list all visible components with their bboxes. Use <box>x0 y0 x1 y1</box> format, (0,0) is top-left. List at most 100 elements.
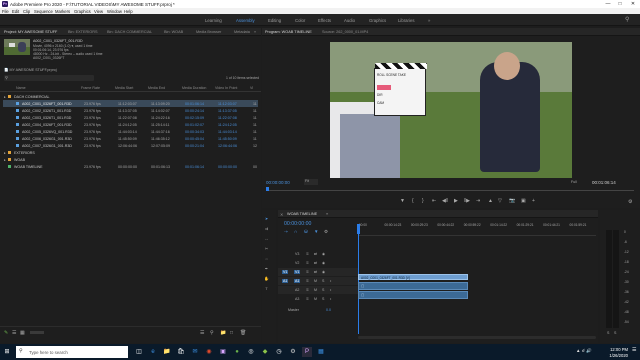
automate-to-sequence-icon[interactable]: ☰ <box>200 330 204 336</box>
menu-edit[interactable]: Edit <box>12 9 19 14</box>
pencil-icon[interactable]: ✎ <box>4 330 8 336</box>
lock-icon[interactable]: ⚿ <box>306 297 309 301</box>
sequence-row[interactable]: WOAB TIMELINE 23.976 fps 00:00:00:00 00:01:… <box>3 163 258 170</box>
type-tool-icon[interactable]: T <box>264 286 269 291</box>
clip-row[interactable]: A002_C002_0326T1_001.R3D 23.976 fps 11:13:… <box>3 107 258 114</box>
clip-row[interactable]: A002_C003_0326T1_001.R3D 23.976 fps 11:22:… <box>3 114 258 121</box>
step-forward-icon[interactable]: ‖▶ <box>464 198 470 204</box>
playback-resolution-dropdown[interactable]: Full <box>571 180 577 184</box>
clip-row[interactable]: A002_C006_0326G1_001.R3D 23.976 fps 11:45:… <box>3 135 258 142</box>
search-icon[interactable]: ⚲ <box>210 330 214 336</box>
app-icon-blue[interactable]: ▦ <box>316 347 326 357</box>
lock-icon[interactable]: ⚿ <box>306 261 309 265</box>
source-patch-a1[interactable]: A1 <box>282 279 289 283</box>
tabs-overflow-icon[interactable]: » <box>254 30 256 34</box>
lock-icon[interactable]: ⚿ <box>306 279 309 283</box>
workspace-editing[interactable]: Editing <box>268 18 281 23</box>
source-patch-v1[interactable]: V1 <box>282 270 289 274</box>
project-search-input[interactable]: ⚲ <box>4 75 94 81</box>
mute-icon[interactable]: M <box>314 297 317 301</box>
expand-chevron-icon[interactable]: ▸ <box>4 95 6 99</box>
selection-tool-icon[interactable]: ➤ <box>264 216 269 221</box>
icon-view-icon[interactable]: ▦ <box>20 330 25 336</box>
slip-tool-icon[interactable]: ⇔ <box>264 256 269 261</box>
tab-source[interactable]: Source: 262_0000_01.MP4 <box>322 30 368 34</box>
lock-icon[interactable]: ⚿ <box>306 252 309 256</box>
fit-dropdown[interactable]: Fit <box>304 179 318 185</box>
menu-view[interactable]: View <box>94 9 103 14</box>
comparison-view-icon[interactable]: ▣ <box>521 198 526 204</box>
eye-icon[interactable]: ◉ <box>322 261 325 265</box>
track-select-tool-icon[interactable]: ⇉ <box>264 226 269 231</box>
workspace-libraries[interactable]: Libraries <box>398 18 414 23</box>
go-to-out-icon[interactable]: ⇥ <box>476 198 480 204</box>
tab-media-browser[interactable]: Media Browser <box>196 30 221 34</box>
bin-row[interactable]: ▸ EXTERIORS <box>3 149 258 156</box>
settings-wrench-icon[interactable]: ⚙ <box>628 199 632 205</box>
wrench-icon[interactable]: ⚙ <box>324 229 328 235</box>
column-media-end[interactable]: Media End <box>148 86 165 90</box>
menu-clip[interactable]: Clip <box>23 9 30 14</box>
app-icon-lime[interactable]: ◆ <box>260 347 270 357</box>
mute-icon[interactable]: M <box>314 279 317 283</box>
task-view-icon[interactable]: ◫ <box>134 347 144 357</box>
app-icon-gear[interactable]: ⚙ <box>288 347 298 357</box>
tab-bin-exteriors[interactable]: Bin: EXTERIORS <box>68 30 98 34</box>
minimize-icon[interactable]: — <box>602 0 614 8</box>
tab-program[interactable]: Program: WOAB TIMELINE <box>265 30 312 34</box>
app-icon-white[interactable]: ◎ <box>246 347 256 357</box>
snap-icon[interactable]: ∩ <box>294 229 297 234</box>
column-video-in-point[interactable]: Video In Point <box>215 86 237 90</box>
sync-lock-icon[interactable]: ⇄ <box>314 261 317 265</box>
expand-chevron-icon[interactable]: ▸ <box>4 151 6 155</box>
premiere-active-icon[interactable]: P <box>302 347 312 357</box>
edge-browser-icon[interactable]: e <box>148 347 158 357</box>
column-frame-rate[interactable]: Frame Rate <box>81 86 100 90</box>
mic-icon[interactable]: • <box>330 288 331 292</box>
program-playhead[interactable] <box>266 187 269 191</box>
track-label-a1[interactable]: A1 <box>294 279 301 283</box>
timeline-horizontal-scrollbar[interactable] <box>358 336 596 339</box>
linked-selection-icon[interactable]: ⛁ <box>304 229 308 235</box>
solo-right-button[interactable]: S <box>614 331 616 335</box>
time-ruler[interactable]: :00:00 00:00:14:23 00:00:29:23 00:00:44:22 0… <box>358 220 596 236</box>
menu-help[interactable]: Help <box>124 9 133 14</box>
tab-metadata[interactable]: Metadata <box>234 30 250 34</box>
system-tray-icons[interactable]: ▲ ☌ 🔊 <box>576 348 592 354</box>
sync-lock-icon[interactable]: ⇄ <box>314 270 317 274</box>
solo-icon[interactable]: S <box>322 279 324 283</box>
track-label-a2[interactable]: A2 <box>294 288 300 292</box>
program-timecode[interactable]: 00:00:00:00 <box>266 180 290 185</box>
column-name[interactable]: Name <box>16 86 26 90</box>
nest-icon[interactable]: ⇢ <box>284 229 288 235</box>
mic-icon[interactable]: • <box>330 297 331 301</box>
sync-lock-icon[interactable]: ⇄ <box>314 252 317 256</box>
program-scrubber[interactable] <box>266 190 634 191</box>
timeline-timecode[interactable]: 00:00:00:00 <box>284 221 311 227</box>
close-icon[interactable]: ✕ <box>627 0 639 8</box>
clip-row[interactable]: A002_C004_0326FT_001.R3D 23.976 fps 11:24:… <box>3 121 258 128</box>
column-video-out[interactable]: Vi <box>250 86 253 90</box>
master-volume-value[interactable]: 0.0 <box>326 308 331 312</box>
clock-time[interactable]: 12:00 PM <box>604 347 628 352</box>
expand-chevron-icon[interactable]: ▸ <box>4 158 6 162</box>
workspace-assembly[interactable]: Assembly <box>236 18 255 23</box>
track-label-v3[interactable]: V3 <box>294 252 300 256</box>
clip-row[interactable]: A002_C007_0326G1_001.R3D 23.976 fps 12:06:… <box>3 142 258 149</box>
workspace-audio[interactable]: Audio <box>344 18 355 23</box>
timeline-playhead[interactable] <box>357 224 360 234</box>
search-icon[interactable]: ⚲ <box>625 16 629 23</box>
solo-left-button[interactable]: S <box>607 331 609 335</box>
menu-sequence[interactable]: Sequence <box>34 9 53 14</box>
tab-bin-woab[interactable]: Bin: WOAB <box>164 30 183 34</box>
hand-tool-icon[interactable]: ✋ <box>264 276 269 281</box>
razor-tool-icon[interactable]: ✂ <box>264 246 269 251</box>
track-label-v1[interactable]: V1 <box>294 270 301 274</box>
lock-icon[interactable]: ⚿ <box>306 270 309 274</box>
lift-icon[interactable]: ▲ <box>488 198 493 204</box>
clock-date[interactable]: 1/26/2020 <box>604 353 628 358</box>
ripple-edit-tool-icon[interactable]: ↔ <box>264 236 269 241</box>
mail-icon[interactable]: ✉ <box>190 347 200 357</box>
eye-icon[interactable]: ◉ <box>322 252 325 256</box>
clip-row[interactable]: A002_C001_0326FT_001.R3D 23.976 fps 11:12:… <box>3 100 258 107</box>
